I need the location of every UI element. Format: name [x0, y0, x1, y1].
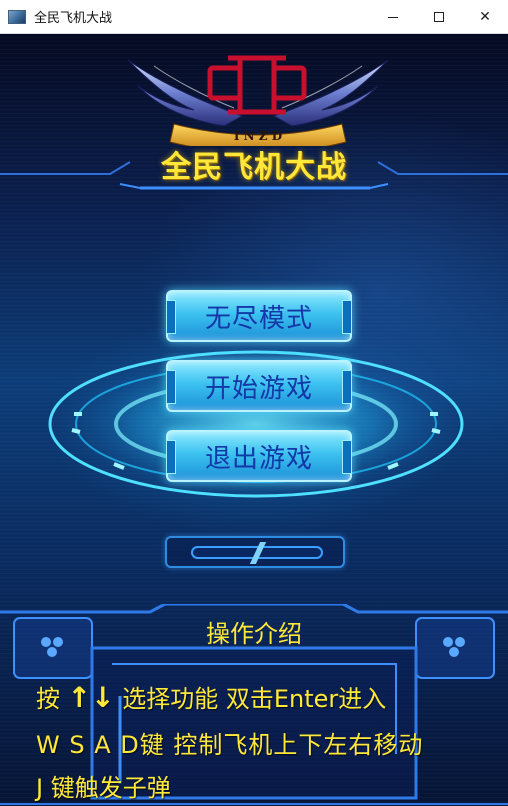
window-title: 全民飞机大战	[34, 11, 113, 26]
exit-game-button[interactable]: 退出游戏	[166, 430, 352, 482]
logo-letters: I N Z D	[234, 129, 282, 143]
help-navigate-text: 选择功能 双击Enter进入	[122, 685, 387, 713]
app-icon	[8, 9, 26, 24]
help-line-navigate: 按 ↑↓ 选择功能 双击Enter进入	[36, 679, 386, 714]
help-line-move: W S A D键 控制飞机上下左右移动	[36, 731, 424, 759]
arrow-up-icon: ↑	[67, 681, 92, 714]
game-screen: I N Z D 全民飞机大战 无尽模式 开始游戏 退出游戏 操作介绍 按 ↑↓ …	[0, 34, 508, 806]
minimize-button[interactable]	[370, 0, 416, 34]
help-line-shoot: J 键触发子弹	[36, 774, 171, 802]
game-logo: I N Z D	[127, 55, 389, 146]
game-title: 全民飞机大战	[161, 150, 347, 185]
close-button[interactable]: ✕	[462, 0, 508, 34]
window-controls: ✕	[370, 0, 508, 34]
help-title: 操作介绍	[206, 620, 302, 648]
maximize-icon	[434, 12, 444, 22]
help-press-label: 按	[36, 685, 60, 713]
arrow-down-icon: ↓	[91, 681, 115, 714]
minimize-icon	[388, 16, 398, 18]
maximize-button[interactable]	[416, 0, 462, 34]
close-icon: ✕	[479, 9, 491, 25]
window-titlebar: 全民飞机大战 ✕	[0, 0, 508, 34]
start-game-button[interactable]: 开始游戏	[166, 360, 352, 412]
endless-mode-button[interactable]: 无尽模式	[166, 290, 352, 342]
loading-slider	[165, 536, 345, 568]
